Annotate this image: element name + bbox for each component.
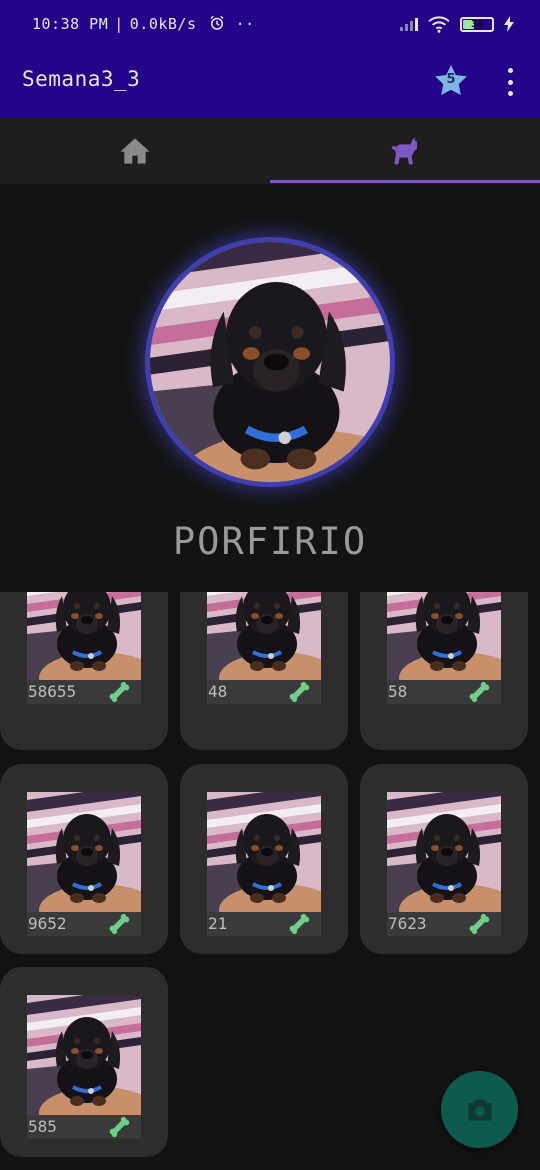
status-time: 10:38 PM [32, 15, 109, 33]
wifi-icon [428, 16, 450, 33]
photo-card[interactable]: 48 [180, 592, 348, 750]
like-count: 58 [388, 682, 408, 701]
bone-icon[interactable] [107, 913, 131, 935]
dog-photo [387, 792, 501, 912]
dog-photo [150, 242, 390, 482]
more-notifications-icon: ·· [235, 15, 255, 33]
photo-thumbnail [27, 995, 141, 1115]
photo-thumbnail [207, 792, 321, 912]
tab-home[interactable] [0, 118, 270, 184]
tab-bar [0, 118, 540, 184]
bone-icon[interactable] [467, 681, 491, 703]
like-count: 21 [208, 914, 228, 933]
photo-card[interactable]: 58 [360, 592, 528, 750]
bone-icon[interactable] [107, 1116, 131, 1138]
app-bar: Semana3_3 5 [0, 48, 540, 118]
photo-caption: 58 [387, 680, 501, 704]
bone-icon[interactable] [467, 913, 491, 935]
photo-thumbnail [27, 592, 141, 680]
pet-name: PORFIRIO [172, 520, 368, 563]
like-count: 9652 [28, 914, 67, 933]
camera-button[interactable] [441, 1071, 518, 1148]
home-icon [120, 138, 150, 164]
signal-icon [400, 17, 418, 31]
battery-level: 38 [470, 18, 484, 30]
favorites-button[interactable]: 5 [432, 62, 470, 100]
camera-icon [467, 1099, 492, 1120]
dog-photo [27, 792, 141, 912]
photo-thumbnail [207, 592, 321, 680]
app-title: Semana3_3 [22, 67, 141, 91]
status-network-speed: 0.0kB/s [129, 15, 197, 33]
like-count: 585 [28, 1117, 57, 1136]
like-count: 48 [208, 682, 228, 701]
photo-card[interactable]: 9652 [0, 764, 168, 954]
alarm-icon [210, 15, 224, 30]
photo-caption: 585 [27, 1115, 141, 1139]
dog-photo [27, 592, 141, 680]
bone-icon[interactable] [287, 681, 311, 703]
photo-caption: 9652 [27, 912, 141, 936]
dog-photo [207, 592, 321, 680]
dog-photo [207, 792, 321, 912]
favorites-count: 5 [446, 72, 456, 87]
charging-icon [504, 16, 514, 32]
tab-pet[interactable] [270, 118, 540, 184]
status-right-group: 38 [400, 14, 514, 34]
dog-photo [27, 995, 141, 1115]
photo-card[interactable]: 585 [0, 967, 168, 1157]
photo-card[interactable]: 7623 [360, 764, 528, 954]
avatar[interactable] [145, 237, 395, 487]
like-count: 7623 [388, 914, 427, 933]
photo-thumbnail [27, 792, 141, 912]
like-count: 58655 [28, 682, 77, 701]
photo-caption: 58655 [27, 680, 141, 704]
status-bar: 10:38 PM | 0.0kB/s ·· 38 [0, 0, 540, 48]
tab-indicator [270, 180, 540, 183]
bone-icon[interactable] [287, 913, 311, 935]
dog-photo [387, 592, 501, 680]
photo-thumbnail [387, 592, 501, 680]
status-separator: | [114, 15, 124, 33]
photo-thumbnail [387, 792, 501, 912]
profile-section: PORFIRIO [0, 184, 540, 592]
bone-icon[interactable] [107, 681, 131, 703]
more-vert-icon[interactable] [498, 68, 522, 96]
status-time-group: 10:38 PM | 0.0kB/s ·· [32, 14, 255, 33]
photo-caption: 21 [207, 912, 321, 936]
photo-caption: 48 [207, 680, 321, 704]
dog-icon [391, 137, 417, 165]
photo-caption: 7623 [387, 912, 501, 936]
photo-card[interactable]: 58655 [0, 592, 168, 750]
battery-icon: 38 [460, 16, 494, 32]
photo-card[interactable]: 21 [180, 764, 348, 954]
